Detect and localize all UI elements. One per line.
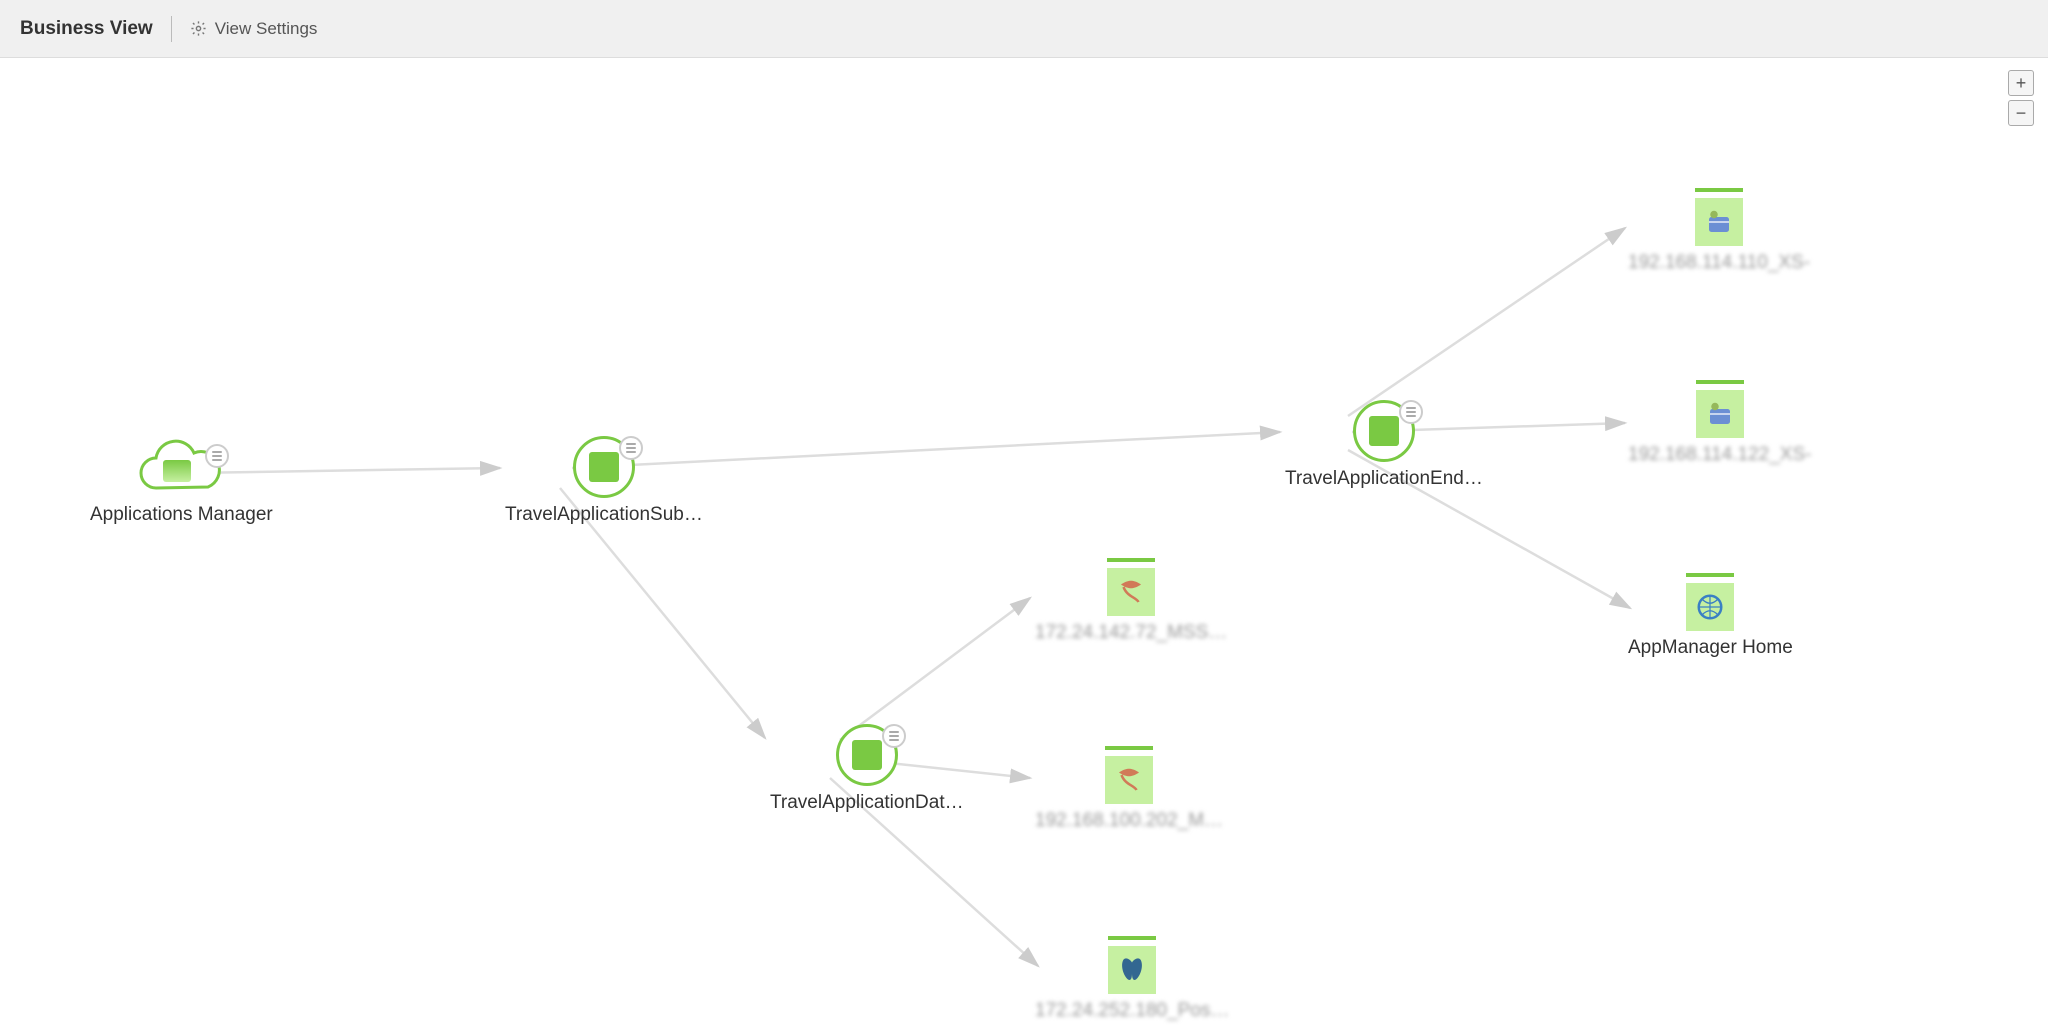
gear-icon: [190, 20, 207, 37]
hardware-icon: [1704, 207, 1734, 237]
mssql-icon: [1114, 765, 1144, 795]
node-label: Applications Manager: [90, 504, 273, 526]
zoom-controls: + −: [2008, 70, 2034, 126]
mssql-icon: [1116, 577, 1146, 607]
menu-badge-icon[interactable]: [1399, 400, 1423, 424]
cloud-icon: [131, 438, 231, 498]
node-xs2[interactable]: 192.168.114.122_XS-: [1628, 380, 1811, 466]
toolbar: Business View View Settings: [0, 0, 2048, 58]
menu-badge-icon[interactable]: [619, 436, 643, 460]
view-title: Business View: [20, 18, 153, 40]
server-leaf-icon: [1695, 188, 1743, 246]
node-pos[interactable]: 172.24.252.180_Pos…: [1035, 936, 1229, 1022]
node-label: 192.168.100.202_M…: [1035, 810, 1223, 832]
database-leaf-icon: [1105, 746, 1153, 804]
node-label: TravelApplicationSub…: [505, 504, 703, 526]
server-group-icon: [836, 724, 898, 786]
node-travel-end[interactable]: TravelApplicationEnd…: [1285, 400, 1483, 490]
server-leaf-icon: [1696, 380, 1744, 438]
node-label: 172.24.142.72_MSS…: [1035, 622, 1227, 644]
node-label: 192.168.114.110_XS-: [1628, 252, 1810, 274]
node-xs1[interactable]: 192.168.114.110_XS-: [1628, 188, 1810, 274]
node-label: 172.24.252.180_Pos…: [1035, 1000, 1229, 1022]
divider: [171, 16, 172, 42]
node-travel-sub[interactable]: TravelApplicationSub…: [505, 436, 703, 526]
server-group-icon: [1353, 400, 1415, 462]
node-label: TravelApplicationEnd…: [1285, 468, 1483, 490]
view-settings-link[interactable]: View Settings: [190, 19, 318, 39]
node-applications-manager[interactable]: Applications Manager: [90, 438, 273, 526]
node-travel-dat[interactable]: TravelApplicationDat…: [770, 724, 964, 814]
postgres-icon: [1117, 955, 1147, 985]
zoom-in-button[interactable]: +: [2008, 70, 2034, 96]
node-label: TravelApplicationDat…: [770, 792, 964, 814]
node-mss[interactable]: 172.24.142.72_MSS…: [1035, 558, 1227, 644]
server-group-icon: [573, 436, 635, 498]
view-settings-label: View Settings: [215, 19, 318, 39]
database-leaf-icon: [1108, 936, 1156, 994]
globe-icon: [1695, 592, 1725, 622]
hardware-icon: [1705, 399, 1735, 429]
zoom-out-button[interactable]: −: [2008, 100, 2034, 126]
node-appmanager-home[interactable]: AppManager Home: [1628, 573, 1793, 659]
database-leaf-icon: [1107, 558, 1155, 616]
web-leaf-icon: [1686, 573, 1734, 631]
menu-badge-icon[interactable]: [882, 724, 906, 748]
canvas[interactable]: + − Applications Manager: [0, 58, 2048, 1028]
node-label: 192.168.114.122_XS-: [1628, 444, 1811, 466]
node-m2[interactable]: 192.168.100.202_M…: [1035, 746, 1223, 832]
node-label: AppManager Home: [1628, 637, 1793, 659]
